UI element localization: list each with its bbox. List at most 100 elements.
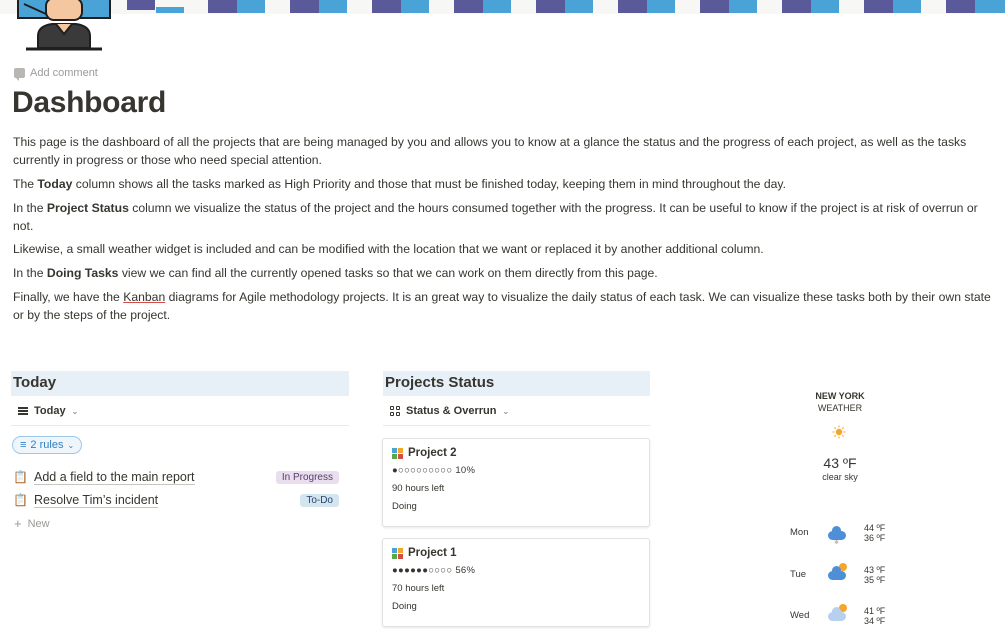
puzzle-icon (392, 447, 403, 459)
banner-block (811, 0, 839, 13)
progress-dots: ●●●●●●○○○○ (392, 565, 453, 576)
banner-block (156, 7, 184, 13)
forecast-high: 44 ºF (864, 523, 886, 533)
banner-block (536, 0, 565, 13)
project-name: Project 1 (408, 547, 457, 559)
banner-block (618, 0, 647, 13)
chevron-down-icon: ⌄ (502, 406, 510, 416)
banner-block (237, 0, 265, 13)
kanban-paragraph: Finally, we have the Kanban diagrams for… (13, 288, 993, 324)
page-title: Dashboard (12, 86, 166, 119)
banner-block (483, 0, 511, 13)
sun-icon (832, 425, 846, 439)
view-divider (383, 425, 650, 426)
task-name[interactable]: Resolve Tim’s incident (34, 493, 159, 508)
intro-paragraph: This page is the dashboard of all the pr… (13, 135, 967, 167)
banner-block (893, 0, 921, 13)
text-run: In the (13, 201, 47, 215)
bold-doing-tasks: Doing Tasks (46, 266, 119, 280)
today-view-tab[interactable]: Today ⌄ (18, 405, 78, 417)
person-at-computer-icon (17, 0, 111, 51)
add-comment-button[interactable]: Add comment (14, 67, 98, 81)
text-run: view we can find all the currently opene… (118, 266, 658, 280)
progress-percent: 56% (455, 565, 476, 576)
text-run: Finally, we have the (13, 290, 124, 304)
status-badge: To-Do (300, 493, 339, 507)
forecast-high: 41 ºF (864, 606, 886, 616)
card-title-row: Project 2 (392, 447, 640, 459)
forecast-day: Wed (790, 610, 810, 621)
notes-icon: 📋 (13, 470, 28, 484)
kanban-word: Kanban (123, 290, 166, 304)
forecast-day: Tue (790, 569, 807, 580)
filter-rules-button[interactable]: ≡ 2 rules ⌄ (12, 436, 83, 454)
weather-subtitle: WEATHER (817, 403, 863, 413)
today-header: Today (11, 371, 349, 396)
banner-block (647, 0, 675, 13)
forecast-low: 36 ºF (864, 533, 886, 543)
projects-status-header: Projects Status (383, 371, 650, 396)
progress-row: ●●●●●●○○○○ 56% (392, 565, 640, 576)
bold-project-status: Project Status (46, 201, 129, 215)
text-run: The (13, 177, 38, 191)
weather-condition: clear sky (822, 472, 858, 482)
bold-today: Today (37, 177, 73, 191)
project-card[interactable]: Project 2 ●○○○○○○○○○ 10% 90 hours left D… (382, 438, 650, 527)
banner-block (782, 0, 811, 13)
comment-icon (14, 68, 25, 81)
projects-view-tab[interactable]: Status & Overrun ⌄ (390, 405, 509, 417)
notes-icon: 📋 (13, 493, 28, 507)
banner-block (401, 0, 429, 13)
new-item-button[interactable]: + New (14, 516, 50, 531)
banner-block (975, 0, 1005, 13)
sun-cloud-icon (828, 604, 848, 621)
card-title-row: Project 1 (392, 547, 640, 559)
banner-block (454, 0, 483, 13)
text-run: column we visualize the status of the pr… (13, 201, 978, 233)
hours-left: 70 hours left (392, 583, 445, 594)
gallery-icon (390, 406, 400, 416)
project-status: Doing (392, 601, 417, 612)
today-view-label: Today (34, 405, 66, 417)
banner-block (565, 0, 593, 13)
page-icon[interactable] (16, 0, 116, 52)
current-temperature: 43 ºF (823, 455, 857, 471)
forecast-temps: 43 ºF 35 ºF (864, 565, 885, 585)
forecast-temps: 44 ºF 36 ºF (864, 523, 885, 543)
puzzle-icon (392, 547, 403, 559)
weather-city: NEW YORK (815, 391, 865, 401)
list-icon (18, 407, 28, 415)
rules-label: 2 rules (30, 439, 64, 451)
snow-cloud-icon: ❄ (828, 526, 848, 546)
project-name: Project 2 (408, 447, 457, 459)
forecast-day: Mon (790, 527, 809, 538)
sun-cloud-icon (828, 563, 848, 580)
banner-block (864, 0, 893, 13)
task-name[interactable]: Add a field to the main report (34, 470, 195, 485)
list-item[interactable]: 📋 Resolve Tim’s incident To-Do (13, 490, 343, 510)
plus-icon: + (14, 516, 22, 531)
forecast-low: 34 ºF (864, 616, 886, 626)
banner-block (372, 0, 401, 13)
progress-percent: 10% (455, 465, 476, 476)
progress-row: ●○○○○○○○○○ 10% (392, 465, 640, 476)
cover-banner (0, 0, 1005, 14)
filter-icon: ≡ (20, 439, 27, 451)
project-status-paragraph: In the Project Status column we visualiz… (13, 199, 993, 235)
list-item[interactable]: 📋 Add a field to the main report In Prog… (13, 467, 343, 487)
banner-block (700, 0, 729, 13)
banner-block (127, 0, 155, 10)
progress-dots: ●○○○○○○○○○ (392, 465, 453, 476)
weather-paragraph: Likewise, a small weather widget is incl… (13, 242, 764, 256)
chevron-down-icon: ⌄ (71, 406, 79, 416)
status-badge: In Progress (275, 470, 339, 484)
forecast-temps: 41 ºF 34 ºF (864, 606, 885, 626)
text-run: column shows all the tasks marked as Hig… (72, 177, 786, 191)
project-card[interactable]: Project 1 ●●●●●●○○○○ 56% 70 hours left D… (382, 538, 650, 627)
add-comment-label: Add comment (30, 67, 98, 79)
today-paragraph: The Today column shows all the tasks mar… (13, 175, 993, 193)
forecast-high: 43 ºF (864, 565, 886, 575)
project-status: Doing (392, 501, 417, 512)
view-divider (11, 425, 349, 426)
banner-block (208, 0, 237, 13)
